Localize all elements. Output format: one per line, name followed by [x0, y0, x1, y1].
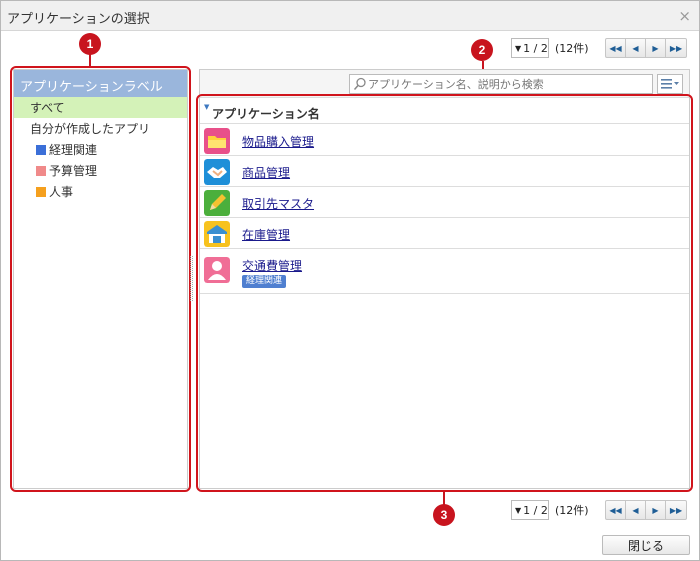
top-nav-buttons: ◀◀ ◀ ▶ ▶▶ — [605, 38, 687, 58]
callout-badge-1: 1 — [79, 33, 101, 55]
callout-1-outline — [10, 66, 191, 492]
bottom-page-select[interactable]: ▼ 1 / 2 — [511, 500, 549, 520]
callout-badge-2: 2 — [471, 39, 493, 61]
last-page-icon[interactable]: ▶▶ — [666, 501, 686, 519]
prev-page-icon[interactable]: ◀ — [626, 39, 646, 57]
bottom-nav-buttons: ◀◀ ◀ ▶ ▶▶ — [605, 500, 687, 520]
next-page-icon[interactable]: ▶ — [646, 39, 666, 57]
app-select-dialog: アプリケーションの選択 × ▼ 1 / 2 (12件) ◀◀ ◀ ▶ ▶▶ 1 … — [0, 0, 700, 561]
prev-page-icon[interactable]: ◀ — [626, 501, 646, 519]
top-item-count: (12件) — [555, 42, 589, 55]
top-pager: ▼ 1 / 2 (12件) — [511, 38, 589, 58]
close-icon[interactable]: × — [678, 7, 691, 25]
search-input[interactable] — [349, 74, 653, 94]
chevron-down-icon: ▼ — [515, 43, 522, 53]
first-page-icon[interactable]: ◀◀ — [606, 39, 626, 57]
bottom-page-value: 1 / 2 — [523, 503, 548, 517]
callout-3-outline — [196, 94, 693, 492]
callout-1-line — [89, 53, 91, 67]
bottom-pager: ▼ 1 / 2 (12件) — [511, 500, 589, 520]
first-page-icon[interactable]: ◀◀ — [606, 501, 626, 519]
view-options-button[interactable] — [657, 74, 683, 94]
search-icon — [353, 77, 366, 90]
dialog-title: アプリケーションの選択 — [7, 12, 150, 27]
panel-splitter[interactable] — [190, 256, 193, 301]
list-menu-icon — [661, 79, 679, 89]
callout-badge-3: 3 — [433, 504, 455, 526]
bottom-item-count: (12件) — [555, 504, 589, 517]
top-page-value: 1 / 2 — [523, 41, 548, 55]
title-bar: アプリケーションの選択 × — [1, 1, 699, 31]
chevron-down-icon: ▼ — [515, 505, 522, 515]
close-button[interactable]: 閉じる — [602, 535, 690, 555]
top-page-select[interactable]: ▼ 1 / 2 — [511, 38, 549, 58]
last-page-icon[interactable]: ▶▶ — [666, 39, 686, 57]
next-page-icon[interactable]: ▶ — [646, 501, 666, 519]
